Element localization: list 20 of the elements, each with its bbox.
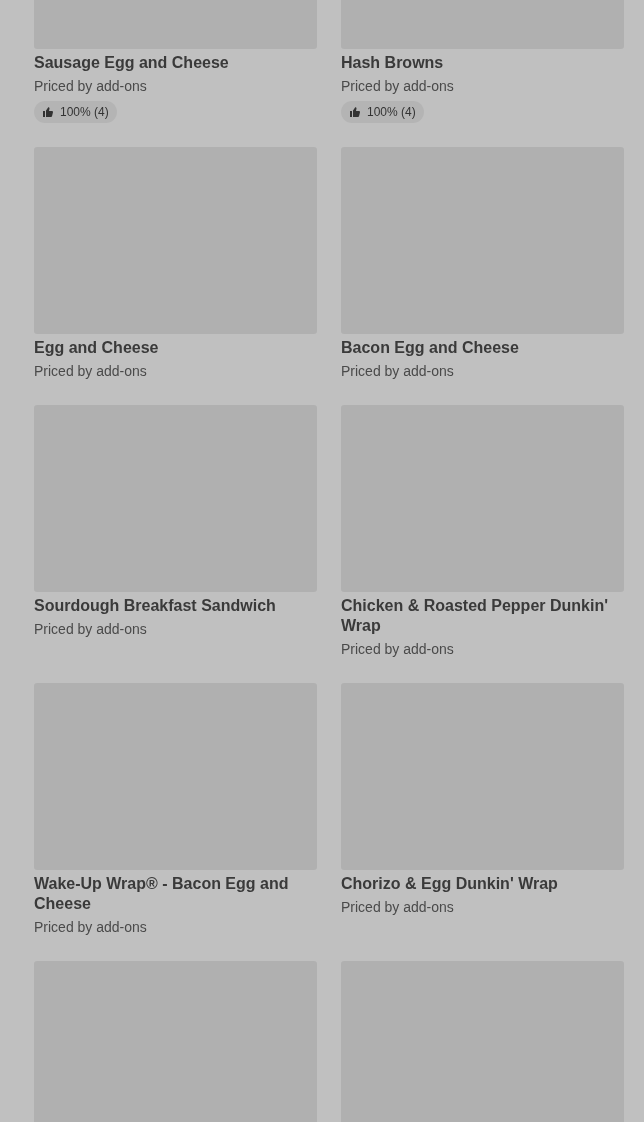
item-name: Hash Browns — [341, 53, 445, 73]
thumbs-up-icon — [349, 106, 361, 118]
item-price: Priced by add-ons — [341, 640, 455, 659]
rating-text: 100% (4) — [60, 104, 109, 121]
item-price: Priced by add-ons — [34, 918, 148, 937]
item-name: Bacon Egg and Cheese — [341, 338, 520, 358]
item-price: Priced by add-ons — [341, 77, 455, 96]
item-price: Priced by add-ons — [341, 362, 455, 381]
thumbs-up-icon — [42, 106, 54, 118]
item-name: Wake-Up Wrap® - Bacon Egg and Cheese — [34, 874, 290, 914]
item-name: Sourdough Breakfast Sandwich — [34, 596, 277, 616]
item-name: Chicken & Roasted Pepper Dunkin' Wrap — [341, 596, 609, 636]
item-name: Sausage Egg and Cheese — [34, 53, 230, 73]
item-price: Priced by add-ons — [34, 620, 148, 639]
item-price: Priced by add-ons — [34, 77, 148, 96]
item-name: Egg and Cheese — [34, 338, 160, 358]
item-price: Priced by add-ons — [341, 898, 455, 917]
rating-text: 100% (4) — [367, 104, 416, 121]
item-price: Priced by add-ons — [34, 362, 148, 381]
item-name: Chorizo & Egg Dunkin' Wrap — [341, 874, 559, 894]
